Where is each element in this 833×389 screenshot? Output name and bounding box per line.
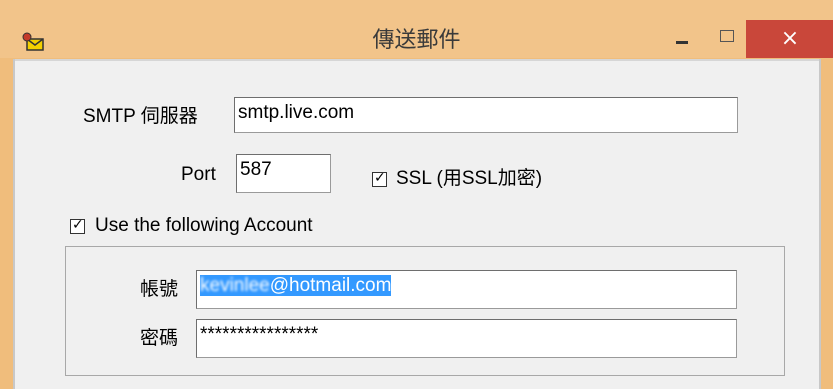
port-label: Port	[181, 164, 216, 185]
account-domain: @hotmail.com	[269, 275, 392, 296]
smtp-server-input[interactable]: smtp.live.com	[234, 97, 738, 133]
account-username-obscured: kevinlee	[200, 275, 270, 296]
checkmark-icon: ✓	[374, 170, 386, 186]
port-input[interactable]: 587	[236, 154, 331, 193]
ssl-label: SSL (用SSL加密)	[396, 168, 543, 189]
client-top-border	[15, 59, 819, 61]
account-label: 帳號	[140, 279, 179, 300]
checkmark-icon: ✓	[72, 217, 84, 233]
smtp-server-label: SMTP 伺服器	[83, 106, 198, 127]
close-button[interactable]: ×	[746, 20, 833, 58]
account-selected-text: kevinlee@hotmail.com	[200, 275, 392, 296]
ssl-checkbox[interactable]: ✓	[372, 170, 387, 187]
use-account-checkbox[interactable]: ✓	[70, 217, 85, 234]
maximize-button[interactable]	[702, 20, 750, 56]
port-value: 587	[240, 159, 272, 180]
smtp-server-value: smtp.live.com	[238, 102, 355, 123]
send-mail-window: 傳送郵件 × SMTP 伺服器 smtp.live.com Port 587 ✓…	[0, 0, 833, 389]
use-account-label: Use the following Account	[95, 215, 313, 236]
title-bar[interactable]: 傳送郵件 ×	[0, 0, 833, 58]
close-icon: ×	[780, 26, 800, 51]
account-input[interactable]: kevinlee@hotmail.com	[196, 270, 737, 309]
password-value: ****************	[200, 324, 319, 345]
password-label: 密碼	[140, 328, 179, 349]
dialog-client-area: SMTP 伺服器 smtp.live.com Port 587 ✓ SSL (用…	[13, 59, 821, 389]
password-input[interactable]: ****************	[196, 319, 737, 358]
